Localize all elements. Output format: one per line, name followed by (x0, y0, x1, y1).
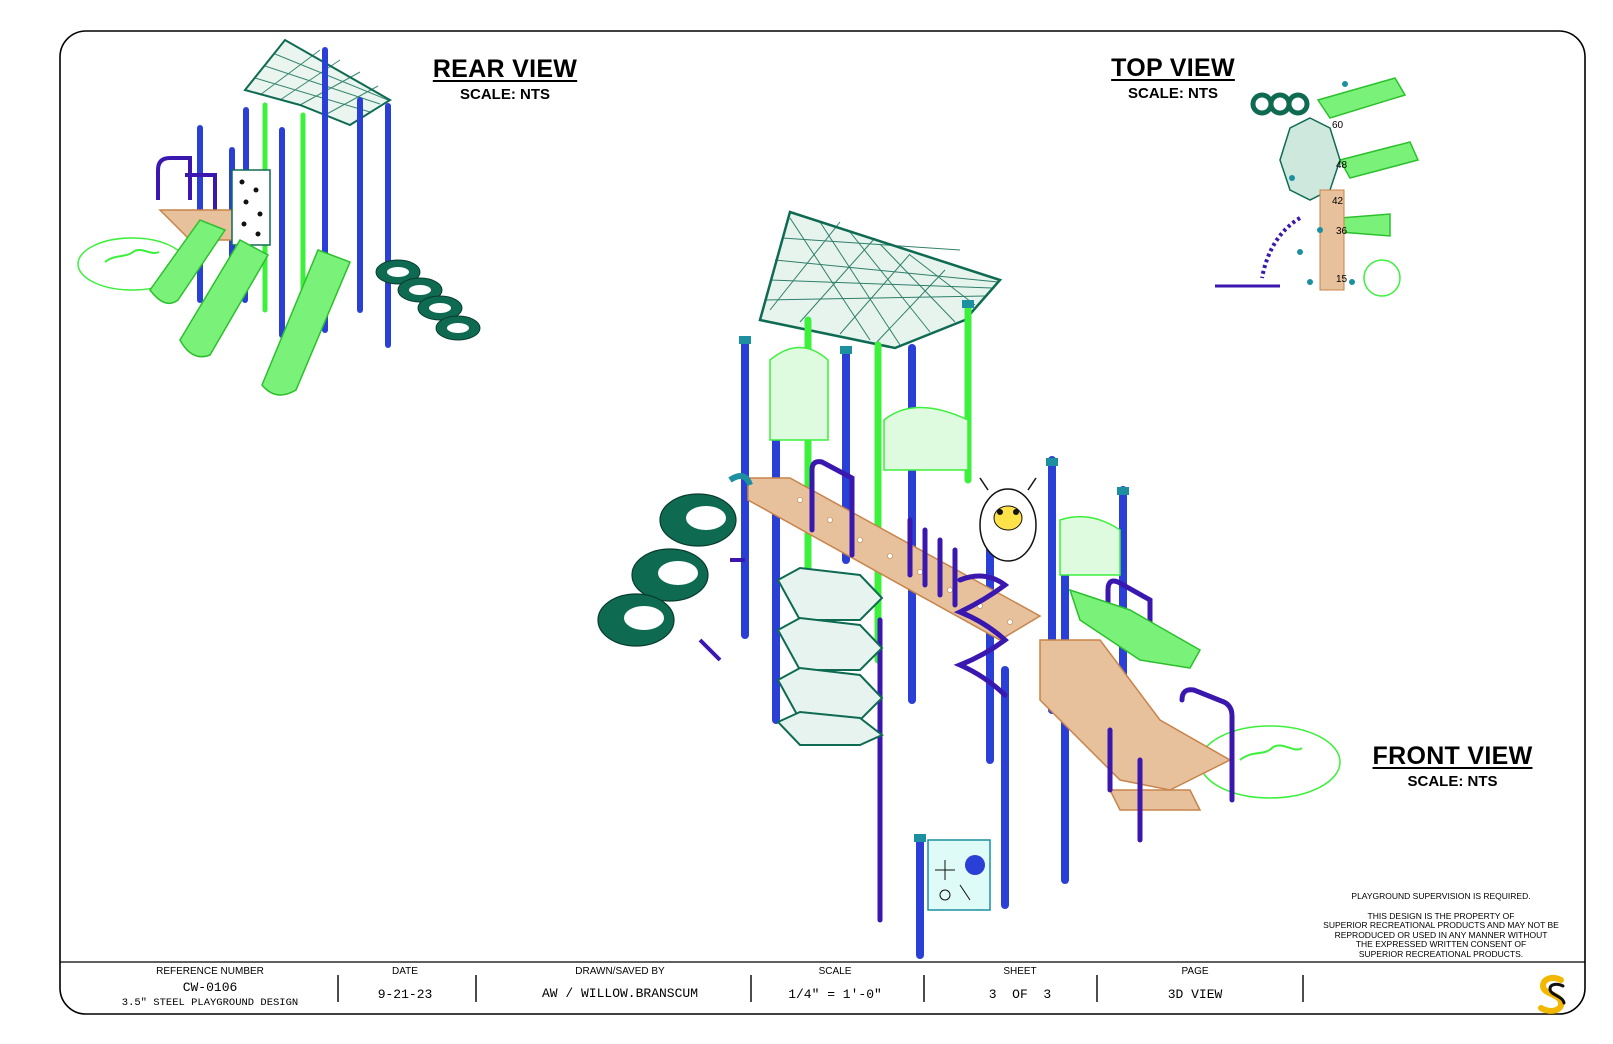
tb-sheet-value: 3 OF 3 (988, 987, 1052, 1002)
rear-climb-wall (231, 169, 271, 246)
front-panel-mid (883, 406, 969, 471)
property-note-line-5: SUPERIOR RECREATIONAL PRODUCTS. (1358, 948, 1524, 959)
top-label-48: 48 (1336, 160, 1348, 171)
front-view-title: FRONT VIEW (1372, 742, 1533, 770)
top-label-60: 60 (1332, 120, 1344, 131)
top-view-title-block: TOP VIEW SCALE: NTS (1098, 54, 1248, 102)
tb-reference-label: REFERENCE NUMBER (156, 966, 264, 977)
tb-reference-value: CW-0106 (182, 980, 238, 995)
front-view-drawing (597, 210, 1341, 959)
tb-drawn-value: AW / WILLOW.BRANSCUM (541, 986, 699, 1001)
top-slide-3 (1339, 213, 1391, 237)
top-label-36: 36 (1336, 226, 1348, 237)
top-label-15: 15 (1336, 274, 1348, 285)
tb-page-label: PAGE (1181, 966, 1209, 977)
front-activity-panel (927, 839, 991, 911)
front-roof (758, 210, 1003, 350)
front-bottom-step (1108, 789, 1202, 811)
rear-slide-3 (261, 249, 351, 396)
drawing-notes: PLAYGROUND SUPERVISION IS REQUIRED. THIS… (1318, 891, 1564, 960)
drawing-sheet: 60 48 42 36 15 (59, 30, 1586, 1015)
tb-reference-subtitle: 3.5" STEEL PLAYGROUND DESIGN (121, 997, 299, 1009)
top-view-drawing: 60 48 42 36 15 (1215, 77, 1420, 297)
tb-date-label: DATE (392, 966, 418, 977)
top-slide-2 (1338, 141, 1420, 179)
front-view-scale: SCALE: NTS (1407, 773, 1498, 790)
tb-page-value: 3D VIEW (1167, 987, 1223, 1002)
top-view-title: TOP VIEW (1111, 54, 1235, 82)
top-stair-arc (1260, 216, 1302, 279)
top-label-42: 42 (1332, 196, 1344, 207)
tb-scale-value: 1/4" = 1'-0" (788, 987, 882, 1002)
tb-date-value: 9-21-23 (377, 987, 433, 1002)
top-roof (1279, 117, 1341, 201)
front-bug-panel (979, 477, 1037, 562)
rear-view-title-block: REAR VIEW SCALE: NTS (420, 55, 590, 103)
top-accessible-symbol (1363, 259, 1401, 297)
top-tire-rings (1250, 92, 1310, 116)
company-logo (1538, 975, 1566, 1014)
rear-view-scale: SCALE: NTS (460, 86, 550, 103)
tb-sheet-label: SHEET (1003, 966, 1037, 977)
front-view-title-block: FRONT VIEW SCALE: NTS (1370, 742, 1535, 790)
front-panel-right (1059, 515, 1121, 576)
top-slide-1 (1316, 77, 1407, 119)
supervision-note: PLAYGROUND SUPERVISION IS REQUIRED. (1351, 891, 1531, 901)
front-panel-left (769, 346, 829, 441)
front-crawl-tower (776, 566, 884, 746)
front-tire-climber (597, 473, 753, 662)
tb-drawn-label: DRAWN/SAVED BY (575, 966, 665, 977)
rear-view-title: REAR VIEW (432, 55, 578, 83)
top-view-scale: SCALE: NTS (1128, 85, 1218, 102)
tb-scale-label: SCALE (818, 966, 852, 977)
